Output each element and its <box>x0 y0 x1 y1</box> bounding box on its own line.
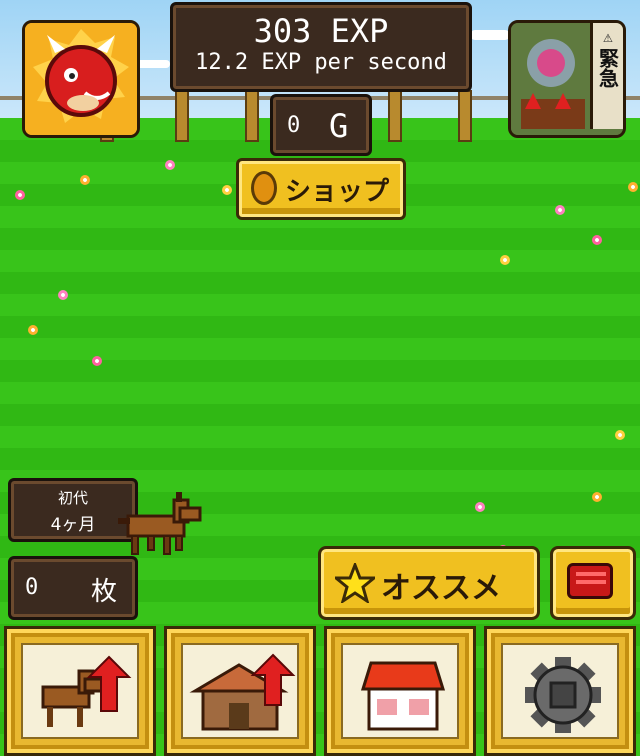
exp-rate: 12.2 EXP per second <box>195 50 447 75</box>
flower <box>555 205 565 215</box>
flower <box>28 325 38 335</box>
flower <box>15 190 25 200</box>
emergency-banner[interactable]: ⚠ 緊急 <box>508 20 626 138</box>
warning-icon: ⚠ <box>603 27 613 46</box>
generation-age: 4ヶ月 <box>50 515 96 535</box>
menu-settings[interactable] <box>484 626 636 756</box>
flower <box>592 492 602 502</box>
shop-button[interactable]: ショップ <box>236 158 406 220</box>
gold-panel: 0 G <box>270 94 372 156</box>
flower <box>475 502 485 512</box>
ticket-unit: 枚 <box>91 577 118 607</box>
chat-button[interactable] <box>550 546 636 620</box>
horse-upgrade-icon <box>41 655 132 727</box>
shop-building-icon <box>360 661 446 731</box>
horse-sprite[interactable] <box>118 490 208 562</box>
stable-upgrade-icon <box>189 653 296 731</box>
red-dragon-icon <box>25 23 137 135</box>
dragon-app-icon[interactable] <box>22 20 140 138</box>
flower <box>222 185 232 195</box>
fence-post <box>458 90 472 142</box>
gold-coin-icon <box>251 171 277 205</box>
flower <box>80 175 90 185</box>
flower <box>628 182 638 192</box>
fence-post <box>245 90 259 142</box>
fence-post <box>388 90 402 142</box>
exp-panel: 303 EXP 12.2 EXP per second <box>170 2 472 92</box>
flower <box>58 290 68 300</box>
gold-value: 0 <box>287 113 301 138</box>
ticket-panel: 0 枚 <box>8 556 138 620</box>
menu-horse-upgrade[interactable] <box>4 626 156 756</box>
gear-icon <box>525 657 601 733</box>
flower <box>615 430 625 440</box>
flower <box>592 235 602 245</box>
shop-label: ショップ <box>285 177 390 207</box>
star-icon <box>335 563 375 603</box>
ticket-count: 0 <box>25 575 39 600</box>
flower <box>165 160 175 170</box>
gold-unit: G <box>329 107 349 145</box>
recommend-button[interactable]: オススメ <box>318 546 540 620</box>
recommend-label: オススメ <box>381 571 501 606</box>
cloud <box>470 30 510 40</box>
speech-bubble-icon <box>567 563 613 599</box>
flower <box>92 356 102 366</box>
menu-stable-upgrade[interactable] <box>164 626 316 756</box>
emergency-label: 緊急 <box>595 48 620 88</box>
exp-total: 303 EXP <box>253 12 389 50</box>
flower <box>500 255 510 265</box>
emergency-tag: ⚠ 緊急 <box>590 23 623 129</box>
generation-label: 初代 <box>57 489 88 507</box>
menu-shop-building[interactable] <box>324 626 476 756</box>
fence-post <box>175 90 189 142</box>
